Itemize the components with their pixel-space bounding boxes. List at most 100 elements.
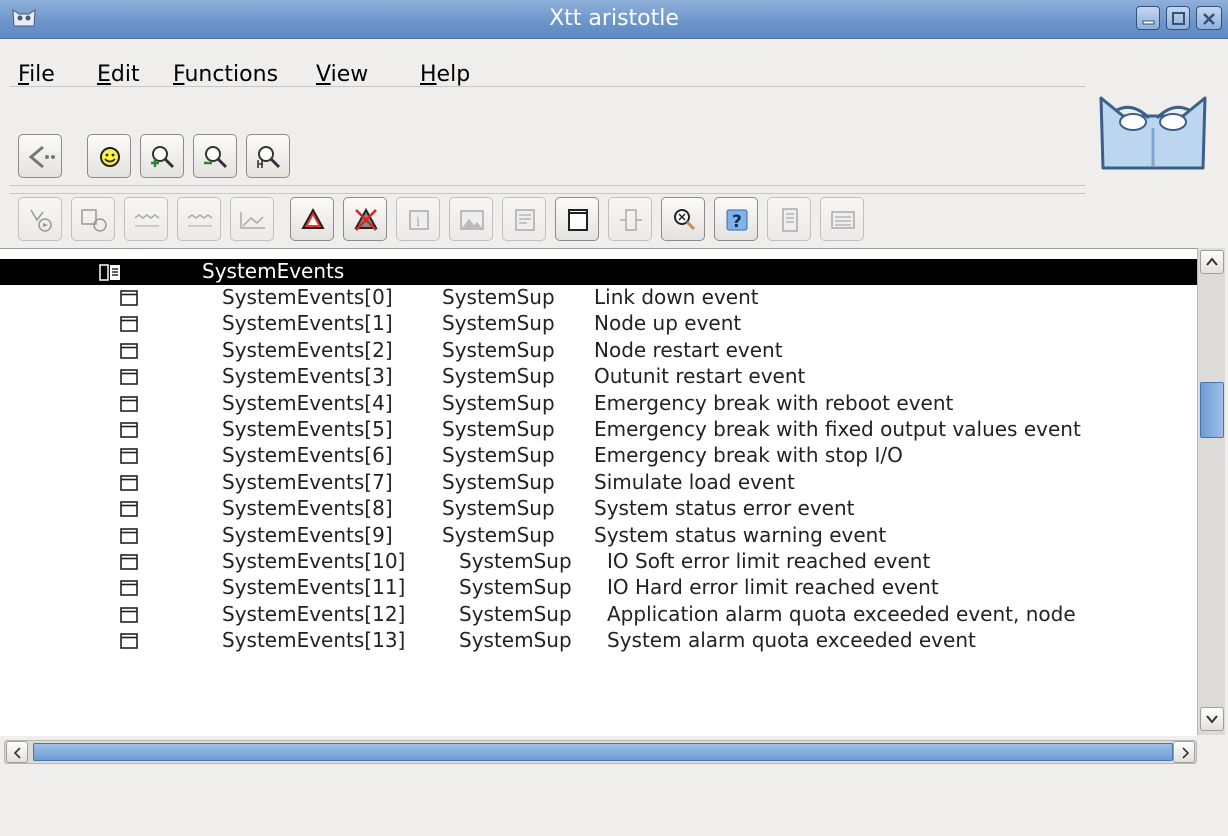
block-events-button[interactable]: [343, 197, 387, 241]
smiley-icon: [100, 147, 120, 167]
collect-button[interactable]: [87, 134, 131, 178]
object-icon: [120, 448, 138, 465]
back-button[interactable]: [18, 134, 62, 178]
object-icon: [120, 369, 138, 385]
tree-row[interactable]: SystemEvents[5] SystemSup Emergency break …: [0, 417, 1197, 443]
tree-row[interactable]: SystemEvents[6] SystemSup Emergency break …: [0, 443, 1197, 469]
tree-row[interactable]: SystemEvents[10] SystemSup IO Soft error l…: [0, 549, 1197, 575]
tree-row-name: SystemEvents[5]: [222, 417, 393, 441]
tree-row-description: Emergency break with reboot event: [594, 390, 954, 415]
tree-row-description: Simulate load event: [594, 469, 795, 494]
menu-bar: [0, 38, 1080, 78]
tree-row-class: SystemSup: [442, 285, 555, 309]
object-icon: [120, 342, 138, 359]
tree-row[interactable]: SystemEvents[1] SystemSup Node up event: [0, 311, 1197, 337]
scroll-down-button[interactable]: [1200, 707, 1224, 731]
photo-button[interactable]: [449, 197, 493, 241]
title-bar[interactable]: Xtt aristotle: [0, 0, 1228, 39]
zoom-out-button[interactable]: [193, 134, 237, 178]
plc-trace-icon: [30, 209, 52, 232]
menu-help[interactable]: Help: [420, 62, 470, 87]
tree-row-description: Emergency break with stop I/O: [594, 443, 903, 468]
crossref-button[interactable]: [608, 197, 652, 241]
document-button[interactable]: [767, 197, 811, 241]
tree-row[interactable]: SystemEvents[9] SystemSup System status wa…: [0, 523, 1197, 549]
object-icon: [120, 580, 138, 597]
open-map-icon: [99, 264, 120, 281]
open-plc-button[interactable]: [18, 197, 62, 241]
tree-row[interactable]: SystemEvents[13] SystemSup System alarm qu…: [0, 628, 1197, 654]
alarm-button[interactable]: [290, 197, 334, 241]
tree-row[interactable]: SystemEvents[11] SystemSup IO Hard error l…: [0, 575, 1197, 601]
find-button[interactable]: [661, 197, 705, 241]
tree-row-class: SystemSup: [459, 549, 572, 573]
tree-row-description: System status warning event: [594, 522, 887, 547]
object-tree[interactable]: SystemEvents SystemEvents[0] SystemSup Lin…: [0, 248, 1197, 736]
tree-row-parent[interactable]: SystemEvents: [0, 259, 1197, 285]
tree-row[interactable]: SystemEvents[12] SystemSup Application ala…: [0, 602, 1197, 628]
tree-row-class: SystemSup: [442, 469, 555, 494]
help-question-icon: ?: [726, 209, 748, 232]
zoom-in-icon: [151, 146, 175, 169]
graph-icon: [81, 209, 107, 232]
menu-edit[interactable]: Edit: [97, 62, 140, 87]
object-icon: [120, 633, 138, 649]
window-title: Xtt aristotle: [549, 6, 679, 31]
fast-curve-button[interactable]: [230, 197, 274, 241]
tree-row[interactable]: SystemEvents[0] SystemSup Link down event: [0, 285, 1197, 311]
tree-row-class: SystemSup: [442, 311, 555, 336]
close-button[interactable]: [1196, 6, 1222, 30]
tree-row-description: IO Hard error limit reached event: [607, 575, 939, 600]
tree-row[interactable]: SystemEvents[8] SystemSup System status er…: [0, 496, 1197, 522]
vertical-scrollbar[interactable]: [1197, 248, 1225, 735]
trend-icon: [134, 214, 160, 227]
info-button[interactable]: i: [396, 197, 440, 241]
note-button[interactable]: [502, 197, 546, 241]
tree-row-class: SystemSup: [442, 337, 555, 362]
zoom-reset-button[interactable]: [246, 134, 290, 178]
tree-row-name: SystemEvents[12]: [222, 601, 406, 626]
scroll-left-button[interactable]: [6, 741, 28, 763]
tree-row-name: SystemEvents: [202, 259, 345, 283]
menu-functions[interactable]: Functions: [173, 62, 278, 87]
tree-row-name: SystemEvents[1]: [222, 311, 393, 336]
parameters-icon: [831, 211, 855, 229]
object-icon: [120, 290, 138, 306]
trend-button[interactable]: [124, 197, 168, 241]
menu-file[interactable]: File: [18, 62, 55, 87]
tree-row-class: SystemSup: [459, 575, 572, 600]
tree-row-class: SystemSup: [442, 443, 555, 468]
zoom-in-button[interactable]: [140, 134, 184, 178]
zoom-out-icon: [204, 146, 228, 169]
chevron-right-icon: [1182, 747, 1190, 759]
tree-row-class: SystemSup: [442, 417, 555, 441]
scroll-right-button[interactable]: [1173, 741, 1195, 763]
tree-row[interactable]: SystemEvents[7] SystemSup Simulate load ev…: [0, 470, 1197, 496]
tree-row[interactable]: SystemEvents[4] SystemSup Emergency break …: [0, 391, 1197, 417]
tree-row-name: SystemEvents[7]: [222, 469, 393, 494]
horizontal-scrollbar[interactable]: [4, 740, 1197, 764]
object-graph-button[interactable]: [555, 197, 599, 241]
note-icon: [515, 209, 535, 231]
help-button[interactable]: ?: [714, 197, 758, 241]
horizontal-scroll-thumb[interactable]: [33, 743, 1173, 761]
svg-text:i: i: [416, 215, 420, 230]
open-graph-button[interactable]: [71, 197, 115, 241]
info-icon: i: [409, 210, 429, 230]
parameters-button[interactable]: [820, 197, 864, 241]
tree-row-class: SystemSup: [442, 496, 555, 521]
object-icon: [120, 474, 138, 491]
vertical-scroll-thumb[interactable]: [1200, 382, 1224, 438]
close-icon: [1203, 13, 1215, 25]
proview-owl-logo: [1099, 96, 1207, 170]
scroll-up-button[interactable]: [1200, 250, 1224, 274]
history-button[interactable]: [177, 197, 221, 241]
object-icon: [120, 606, 138, 623]
tree-row[interactable]: SystemEvents[3] SystemSup Outunit restart …: [0, 364, 1197, 390]
tree-row-description: Link down event: [594, 285, 759, 309]
tree-row[interactable]: SystemEvents[2] SystemSup Node restart eve…: [0, 338, 1197, 364]
menu-view[interactable]: View: [316, 62, 368, 87]
object-icon: [120, 527, 138, 544]
minimize-button[interactable]: [1136, 6, 1160, 30]
maximize-button[interactable]: [1166, 6, 1190, 30]
